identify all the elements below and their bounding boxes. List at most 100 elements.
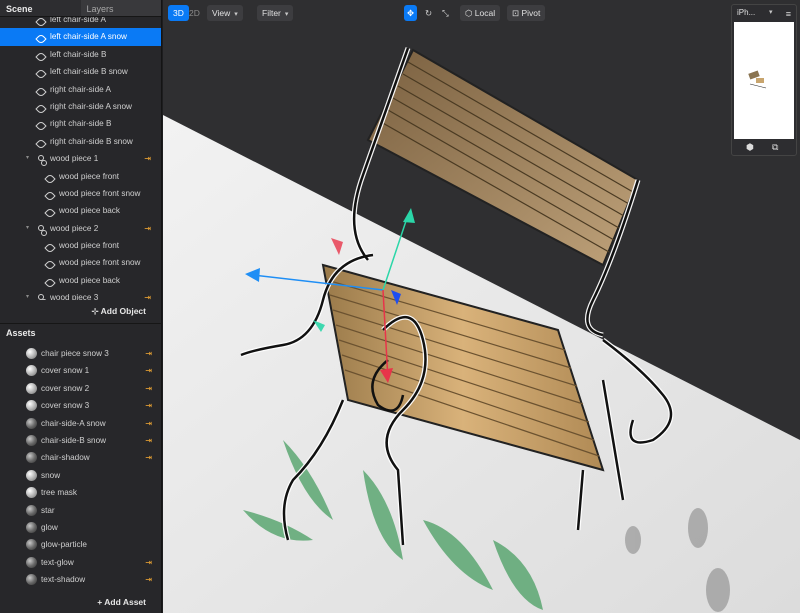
- tree-item[interactable]: left chair-side A: [0, 17, 161, 28]
- screenshot-icon[interactable]: ⧉: [772, 142, 782, 152]
- asset-item[interactable]: text-glow ⇥: [0, 554, 162, 571]
- link-arrow-icon[interactable]: ⇥: [145, 345, 152, 362]
- link-arrow-icon[interactable]: ⇥: [145, 362, 152, 379]
- asset-thumbnail-icon: [26, 469, 37, 481]
- add-object-icon: ⊹: [91, 306, 101, 316]
- tree-item[interactable]: right chair-side A snow: [0, 98, 161, 115]
- tree-item-label: left chair-side B snow: [50, 67, 128, 77]
- link-arrow-icon[interactable]: ⇥: [145, 432, 152, 449]
- asset-item[interactable]: star: [0, 502, 162, 519]
- chevron-down-icon: ▾: [234, 11, 238, 18]
- asset-item[interactable]: chair piece snow 3 ⇥: [0, 345, 162, 362]
- scene-tree: left chair-side A left chair-side A snow l…: [0, 17, 161, 300]
- link-arrow-icon[interactable]: ⇥: [144, 150, 151, 167]
- expand-arrow-icon[interactable]: ▾: [26, 150, 29, 167]
- asset-thumbnail-icon: [26, 504, 37, 516]
- menu-icon[interactable]: ≡: [786, 6, 791, 22]
- scale-tool-button[interactable]: ⤡: [439, 5, 452, 21]
- link-arrow-icon[interactable]: ⇥: [145, 571, 152, 588]
- expand-arrow-icon[interactable]: ▾: [26, 289, 29, 300]
- tree-item[interactable]: right chair-side B: [0, 115, 161, 133]
- tree-item-label: wood piece front snow: [59, 258, 141, 268]
- panel-tabs: Scene Layers: [0, 0, 161, 17]
- tree-item-label: left chair-side B: [50, 49, 107, 59]
- asset-item[interactable]: cover snow 1 ⇥: [0, 362, 162, 379]
- tree-item[interactable]: left chair-side A snow: [0, 28, 161, 46]
- asset-label: chair-side-B snow: [41, 435, 107, 445]
- device-select[interactable]: iPh... ▾ ≡: [732, 5, 796, 21]
- asset-item[interactable]: cover snow 2 ⇥: [0, 380, 162, 397]
- link-arrow-icon[interactable]: ⇥: [145, 449, 152, 466]
- tree-item[interactable]: wood piece back: [0, 202, 161, 219]
- link-arrow-icon[interactable]: ⇥: [144, 289, 151, 300]
- device-preview: iPh... ▾ ≡ ⬢ ⧉: [731, 4, 797, 156]
- tree-item[interactable]: ▾ wood piece 2 ⇥: [0, 220, 161, 237]
- asset-thumbnail-icon: [26, 521, 37, 533]
- asset-thumbnail-icon: [26, 400, 37, 412]
- tree-item[interactable]: wood piece front: [0, 237, 161, 254]
- link-arrow-icon[interactable]: ⇥: [144, 220, 151, 237]
- mesh-icon: [35, 85, 47, 98]
- expand-arrow-icon[interactable]: ▾: [26, 220, 29, 237]
- pivot-button[interactable]: ⊡ Pivot: [507, 5, 546, 21]
- asset-label: glow: [41, 522, 58, 532]
- tree-item-label: right chair-side A: [50, 84, 111, 94]
- asset-label: text-shadow: [41, 575, 86, 585]
- scale-icon: ⤡: [442, 8, 449, 18]
- tree-item[interactable]: right chair-side B snow: [0, 133, 161, 150]
- asset-item[interactable]: chair-shadow ⇥: [0, 449, 162, 466]
- tab-scene[interactable]: Scene: [0, 0, 81, 16]
- tree-item-label: wood piece 3: [50, 293, 99, 300]
- tree-item[interactable]: wood piece front snow: [0, 185, 161, 202]
- move-arrows-icon: ✥: [407, 8, 415, 18]
- view-dropdown[interactable]: View ▾: [207, 5, 243, 21]
- asset-item[interactable]: text-shadow ⇥: [0, 571, 162, 588]
- scene-viewport[interactable]: 3D 2D View ▾ Filter ▾ ✥ ↻ ⤡ ⬡ Local ⊡ Pivo…: [163, 0, 800, 613]
- tree-item[interactable]: wood piece front: [0, 168, 161, 185]
- mode-2d-button[interactable]: 2D: [184, 5, 205, 21]
- asset-thumbnail-icon: [26, 382, 37, 394]
- link-arrow-icon[interactable]: ⇥: [145, 380, 152, 397]
- asset-label: chair-shadow: [41, 453, 90, 463]
- asset-item[interactable]: glow: [0, 519, 162, 536]
- rotate-tool-button[interactable]: ↻: [422, 5, 435, 21]
- tree-item[interactable]: ▾ wood piece 3 ⇥: [0, 289, 161, 300]
- mesh-icon: [35, 119, 47, 133]
- move-tool-button[interactable]: ✥: [404, 5, 418, 21]
- mesh-icon: [44, 206, 56, 219]
- link-arrow-icon[interactable]: ⇥: [145, 415, 152, 432]
- mesh-icon: [44, 276, 56, 289]
- group-icon: [37, 154, 47, 167]
- tab-layers[interactable]: Layers: [80, 0, 161, 16]
- tree-item[interactable]: ▾ wood piece 1 ⇥: [0, 150, 161, 167]
- asset-item[interactable]: glow-particle: [0, 536, 162, 553]
- tree-item[interactable]: left chair-side B: [0, 46, 161, 63]
- asset-thumbnail-icon: [26, 434, 37, 446]
- tree-item[interactable]: right chair-side A: [0, 81, 161, 98]
- asset-label: cover snow 1: [41, 366, 90, 376]
- add-asset-button[interactable]: + Add Asset: [0, 592, 162, 612]
- tree-item[interactable]: wood piece front snow: [0, 254, 161, 272]
- asset-item[interactable]: chair-side-A snow ⇥: [0, 415, 162, 432]
- asset-item[interactable]: chair-side-B snow ⇥: [0, 432, 162, 449]
- tree-item[interactable]: left chair-side B snow: [0, 63, 161, 80]
- asset-item[interactable]: cover snow 3 ⇥: [0, 397, 162, 414]
- link-arrow-icon[interactable]: ⇥: [145, 554, 152, 571]
- asset-item[interactable]: tree mask: [0, 484, 162, 501]
- asset-item[interactable]: snow: [0, 467, 162, 484]
- mesh-icon: [35, 32, 47, 46]
- link-arrow-icon[interactable]: ⇥: [145, 397, 152, 414]
- add-object-button[interactable]: ⊹ Add Object: [0, 301, 162, 321]
- asset-thumbnail-icon: [26, 417, 37, 429]
- local-space-button[interactable]: ⬡ Local: [460, 5, 501, 21]
- tree-item-label: wood piece 1: [50, 154, 99, 164]
- tree-item-label: right chair-side B snow: [50, 136, 133, 146]
- filter-label: Filter: [262, 8, 281, 18]
- mesh-icon: [35, 67, 47, 80]
- asset-thumbnail-icon: [26, 539, 37, 551]
- device-screen[interactable]: [734, 22, 794, 139]
- mesh-icon: [35, 17, 47, 28]
- ar-cube-icon[interactable]: ⬢: [746, 142, 756, 152]
- tree-item[interactable]: wood piece back: [0, 272, 161, 289]
- filter-dropdown[interactable]: Filter ▾: [257, 5, 294, 21]
